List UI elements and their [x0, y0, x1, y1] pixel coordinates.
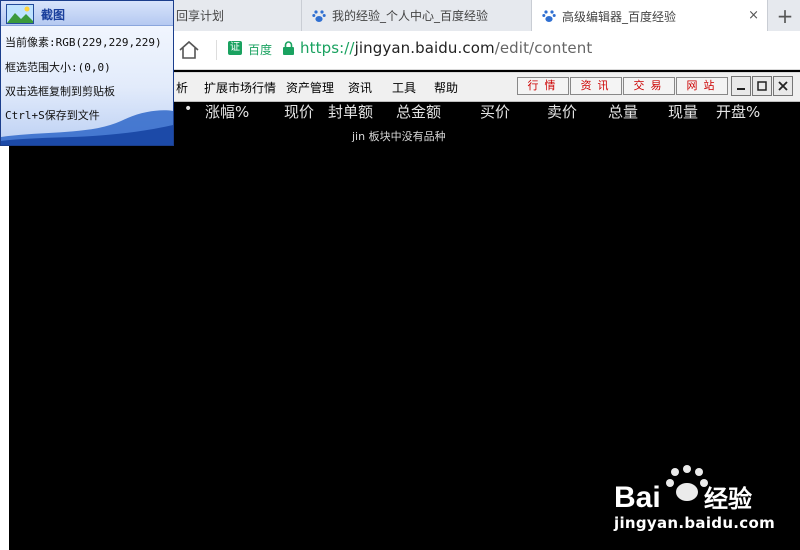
column-seal-amount[interactable]: 封单额 — [328, 101, 373, 122]
minimize-icon — [737, 88, 745, 90]
quote-button[interactable]: 行情 — [517, 77, 569, 95]
column-bid[interactable]: 买价 — [480, 101, 510, 122]
maximize-icon — [757, 81, 767, 91]
column-last-volume[interactable]: 现量 — [668, 101, 698, 122]
menu-asset-management[interactable]: 资产管理 — [286, 79, 334, 96]
watermark-brand: Bai — [614, 481, 661, 514]
column-ask[interactable]: 卖价 — [547, 101, 577, 122]
close-button[interactable] — [773, 76, 793, 96]
news-button[interactable]: 资讯 — [570, 77, 622, 95]
column-open-pct[interactable]: 开盘% — [716, 101, 760, 122]
tab-advanced-editor[interactable]: 高级编辑器_百度经验 × — [532, 0, 768, 32]
trade-button[interactable]: 交易 — [623, 77, 675, 95]
landscape-image-icon — [6, 4, 34, 24]
decorative-wave — [1, 110, 173, 145]
url-field[interactable]: https://jingyan.baidu.com/edit/content — [300, 39, 592, 57]
column-change-pct[interactable]: 涨幅% — [205, 101, 249, 122]
screenshot-tool-title: 截图 — [41, 8, 66, 22]
tab-share-plan[interactable]: 回享计划 — [170, 0, 302, 31]
menu-tools[interactable]: 工具 — [392, 79, 416, 96]
tab-label: 高级编辑器_百度经验 — [562, 9, 677, 24]
bullet-marker: • — [184, 101, 193, 117]
lock-icon — [283, 41, 294, 55]
screenshot-tool-titlebar[interactable]: 截图 — [1, 1, 173, 26]
certificate-name[interactable]: 百度 — [248, 41, 272, 58]
watermark-domain: jingyan.baidu.com — [614, 514, 776, 532]
tab-label: 我的经验_个人中心_百度经验 — [332, 9, 489, 23]
close-icon — [778, 81, 788, 91]
url-path: /edit/content — [494, 39, 593, 57]
menu-analysis[interactable]: 析 — [176, 79, 188, 96]
menu-news[interactable]: 资讯 — [348, 79, 372, 96]
url-scheme: https:// — [300, 39, 355, 57]
menu-extended-market[interactable]: 扩展市场行情 — [204, 79, 276, 96]
website-button[interactable]: 网站 — [676, 77, 728, 95]
baidu-paw-icon — [542, 9, 556, 23]
menu-help[interactable]: 帮助 — [434, 79, 458, 96]
new-tab-button[interactable]: + — [770, 0, 800, 31]
home-icon[interactable] — [178, 40, 200, 60]
screenshot-tool-panel[interactable]: 截图 当前像素:RGB(229,229,229) 框选范围大小:(0,0) 双击… — [0, 0, 174, 146]
column-volume[interactable]: 总量 — [608, 101, 638, 122]
current-pixel-readout: 当前像素:RGB(229,229,229) — [5, 36, 162, 49]
watermark-brand-suffix: 经验 — [704, 485, 752, 513]
baidu-paw-icon — [312, 9, 326, 23]
minimize-button[interactable] — [731, 76, 751, 96]
tab-label: 回享计划 — [176, 9, 225, 23]
empty-board-message: jin 板块中没有品种 — [352, 130, 446, 143]
url-host: jingyan.baidu.com — [354, 39, 495, 57]
tab-my-experience[interactable]: 我的经验_个人中心_百度经验 — [302, 0, 532, 31]
address-divider — [216, 40, 217, 60]
close-tab-icon[interactable]: × — [748, 8, 759, 23]
certificate-icon[interactable]: 证 — [228, 41, 242, 55]
selection-size-readout: 框选范围大小:(0,0) — [5, 61, 111, 74]
maximize-button[interactable] — [752, 76, 772, 96]
copy-hint: 双击选框复制到剪贴板 — [5, 85, 115, 98]
column-price[interactable]: 现价 — [284, 101, 314, 122]
column-turnover[interactable]: 总金额 — [396, 101, 441, 122]
